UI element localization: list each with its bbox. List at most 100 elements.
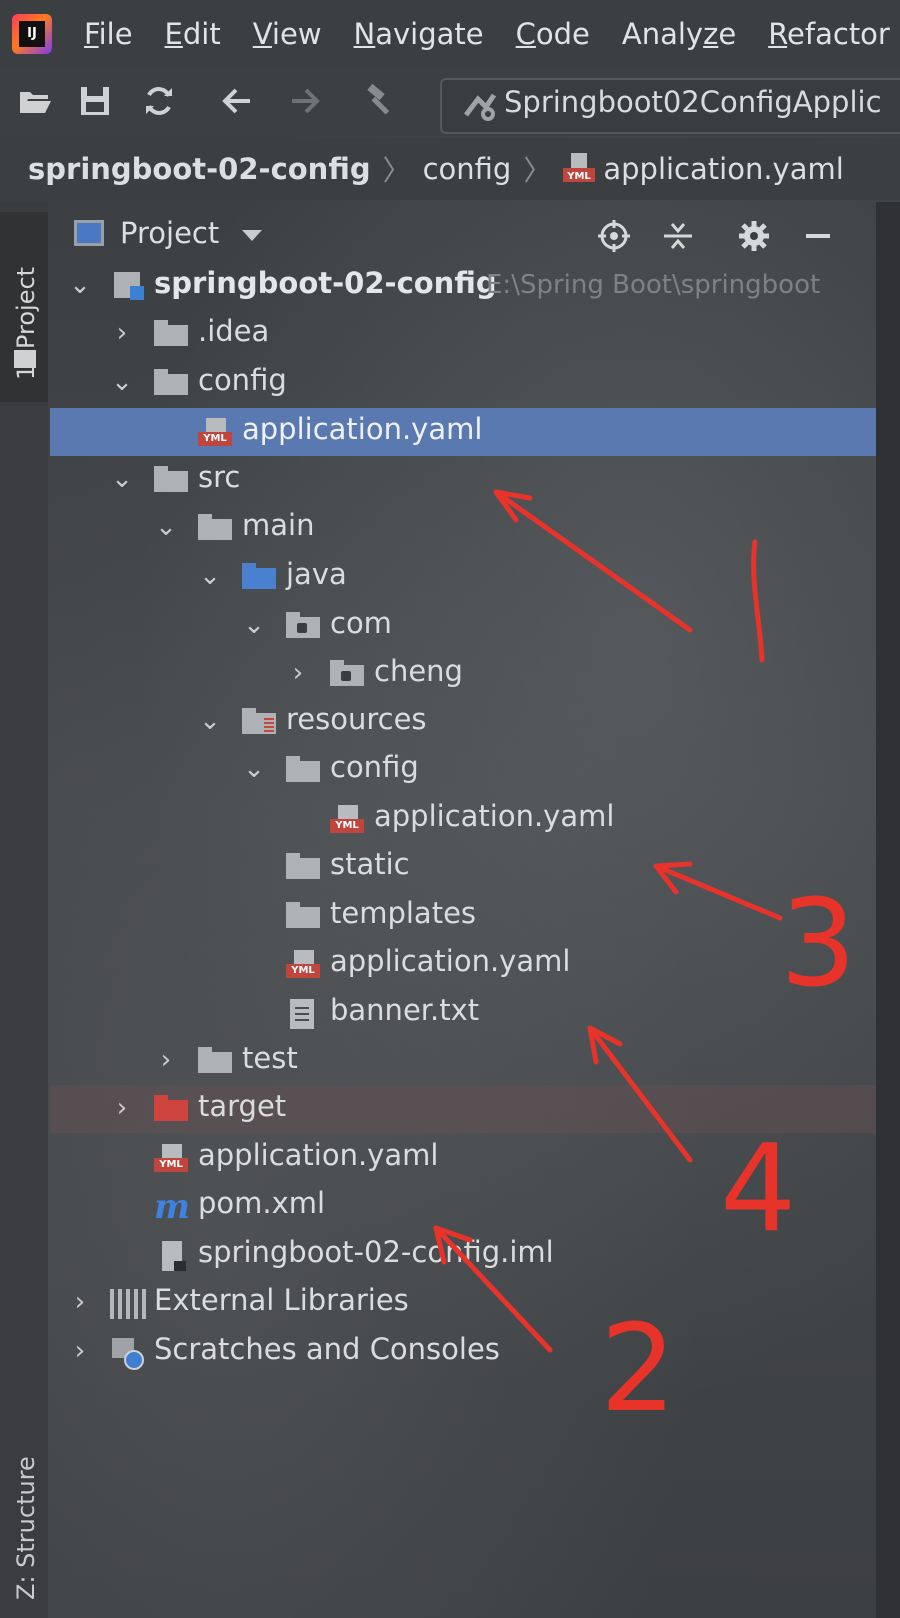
chevron-down-icon[interactable]: ⌄ [110, 367, 134, 397]
tree-node-test[interactable]: › test [50, 1037, 876, 1085]
tree-label: application.yaml [242, 412, 483, 446]
chevron-right-icon[interactable]: › [110, 318, 134, 348]
tree-label: java [286, 557, 347, 591]
package-icon [330, 660, 364, 686]
tree-label: cheng [374, 654, 463, 688]
tree-node-external-libraries[interactable]: › External Libraries [50, 1279, 876, 1327]
breadcrumb-file[interactable]: application.yaml [603, 152, 843, 186]
breadcrumb: springboot-02-config 〉 config 〉 YML appl… [0, 138, 900, 200]
open-folder-icon[interactable] [18, 84, 52, 118]
menu-bar: IJ File Edit View Navigate Code Analyze … [0, 0, 900, 68]
tree-node-java[interactable]: ⌄ java [50, 553, 876, 601]
tree-node-static[interactable]: static [50, 843, 876, 891]
yml-file-icon: YML [154, 1144, 190, 1174]
menu-items: File Edit View Navigate Code Analyze Ref… [84, 0, 900, 68]
tree-label: banner.txt [330, 993, 480, 1027]
tree-node-scratches[interactable]: › Scratches and Consoles [50, 1328, 876, 1376]
build-hammer-icon[interactable] [364, 83, 398, 118]
minimize-icon[interactable] [800, 218, 836, 254]
chevron-right-icon[interactable]: › [110, 1093, 134, 1123]
tree-node-src[interactable]: ⌄ src [50, 456, 876, 504]
tree-node-com[interactable]: ⌄ com [50, 602, 876, 650]
chevron-down-icon[interactable]: ⌄ [242, 754, 266, 784]
save-icon[interactable] [78, 84, 112, 118]
project-view-title[interactable]: Project [120, 216, 219, 250]
source-folder-icon [242, 563, 276, 589]
chevron-down-icon[interactable]: ⌄ [242, 610, 266, 640]
tree-node-idea[interactable]: › .idea [50, 310, 876, 358]
chevron-right-icon[interactable]: › [286, 658, 310, 688]
yml-file-icon: YML [198, 418, 234, 448]
excluded-folder-icon [154, 1095, 188, 1121]
menu-file[interactable]: File [84, 17, 133, 51]
tree-node-config[interactable]: ⌄ config [50, 359, 876, 407]
tree-node-main[interactable]: ⌄ main [50, 504, 876, 552]
tree-node-iml[interactable]: springboot-02-config.iml [50, 1231, 876, 1279]
structure-tab-label[interactable]: Z: Structure [12, 1456, 40, 1600]
menu-navigate[interactable]: Navigate [354, 17, 484, 51]
tree-node-banner-txt[interactable]: banner.txt [50, 989, 876, 1037]
tree-label: static [330, 847, 410, 881]
menu-code[interactable]: Code [516, 17, 590, 51]
folder-icon [286, 902, 320, 928]
resources-folder-icon [242, 708, 276, 734]
libraries-icon [110, 1289, 146, 1319]
module-file-icon [154, 1241, 190, 1271]
menu-edit[interactable]: Edit [165, 17, 221, 51]
forward-arrow-icon[interactable] [288, 84, 322, 118]
tree-node-root-application-yaml[interactable]: YML application.yaml [50, 1134, 876, 1182]
chevron-right-icon[interactable]: › [68, 1336, 92, 1366]
breadcrumb-folder[interactable]: config [423, 152, 512, 186]
tree-node-cheng[interactable]: › cheng [50, 650, 876, 698]
scratches-icon [110, 1338, 146, 1370]
tree-label: resources [286, 702, 427, 736]
menu-refactor[interactable]: Refactor [768, 17, 890, 51]
run-configuration-label: Springboot02ConfigApplic [504, 85, 882, 119]
menu-analyze[interactable]: Analyze [622, 17, 736, 51]
tree-label: config [198, 363, 287, 397]
tree-node-config-application-yaml[interactable]: YML application.yaml [50, 408, 876, 456]
tree-node-pom-xml[interactable]: m pom.xml [50, 1182, 876, 1230]
tree-label: application.yaml [198, 1138, 439, 1172]
locate-file-icon[interactable] [596, 218, 632, 254]
sync-icon[interactable] [142, 84, 176, 118]
folder-icon [154, 466, 188, 492]
tree-label: src [198, 460, 241, 494]
tree-label: test [242, 1041, 298, 1075]
yml-file-icon: YML [330, 805, 366, 835]
tree-node-resources[interactable]: ⌄ resources [50, 698, 876, 746]
tree-label: application.yaml [374, 799, 615, 833]
tree-node-target[interactable]: › target [50, 1085, 876, 1133]
tree-label: Scratches and Consoles [154, 1332, 500, 1366]
run-configuration-selector[interactable]: Springboot02ConfigApplic [440, 78, 900, 134]
intellij-logo-icon[interactable]: IJ [12, 14, 52, 54]
tree-node-root[interactable]: ⌄ springboot-02-config E:\Spring Boot\sp… [50, 262, 876, 310]
chevron-down-icon[interactable]: ⌄ [68, 270, 92, 300]
project-panel-header: Project [50, 204, 876, 268]
chevron-down-icon[interactable]: ⌄ [154, 512, 178, 542]
chevron-right-icon[interactable]: › [68, 1287, 92, 1317]
editor-edge [876, 202, 900, 1618]
tree-node-resources-application-yaml[interactable]: YML application.yaml [50, 940, 876, 988]
project-tab-folder-icon [14, 350, 36, 368]
breadcrumb-separator-icon: 〉 [523, 154, 552, 187]
back-arrow-icon[interactable] [220, 84, 254, 118]
tree-label: springboot-02-config.iml [198, 1235, 554, 1269]
chevron-right-icon[interactable]: › [154, 1045, 178, 1075]
breadcrumb-project[interactable]: springboot-02-config [28, 152, 371, 186]
menu-view[interactable]: View [253, 17, 322, 51]
gear-icon[interactable] [736, 218, 772, 254]
chevron-down-icon[interactable]: ⌄ [198, 706, 222, 736]
tree-node-templates[interactable]: templates [50, 892, 876, 940]
tree-label: templates [330, 896, 477, 930]
tree-node-resources-config[interactable]: ⌄ config [50, 746, 876, 794]
collapse-all-icon[interactable] [660, 218, 696, 254]
folder-icon [154, 369, 188, 395]
tree-node-resources-config-application-yaml[interactable]: YML application.yaml [50, 795, 876, 843]
tree-label: target [198, 1089, 287, 1123]
chevron-down-icon[interactable]: ⌄ [198, 561, 222, 591]
yml-file-icon: YML [563, 153, 596, 185]
chevron-down-icon[interactable] [242, 230, 262, 241]
folder-icon [286, 853, 320, 879]
chevron-down-icon[interactable]: ⌄ [110, 464, 134, 494]
